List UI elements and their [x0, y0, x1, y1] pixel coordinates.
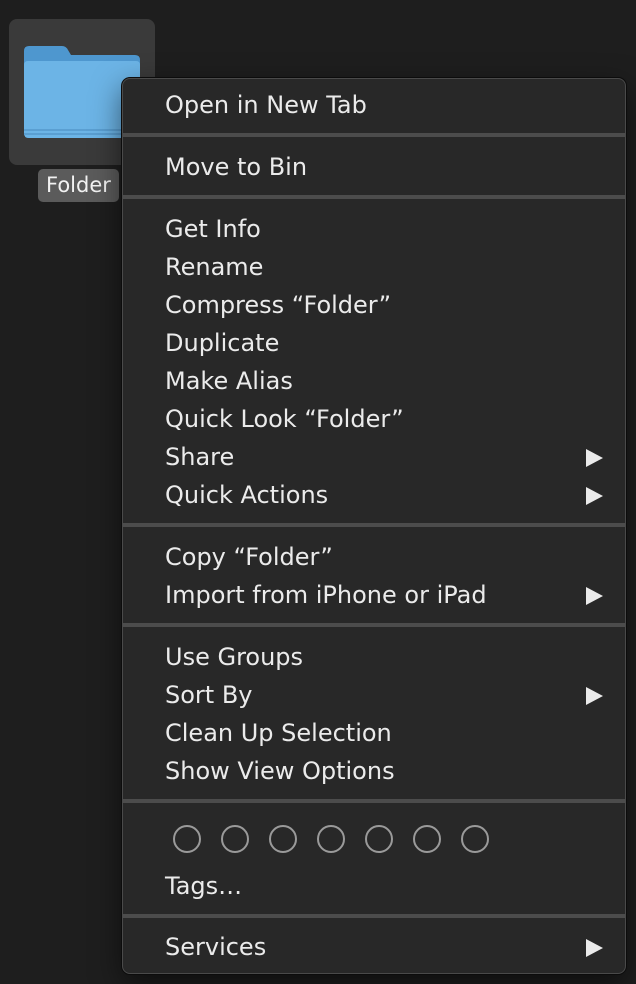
menu-item-label: Copy “Folder” [165, 543, 333, 571]
tag-color-picker [173, 825, 489, 853]
tag-circle-icon[interactable] [221, 825, 249, 853]
menu-item-label: Show View Options [165, 757, 395, 785]
menu-item-get-info[interactable]: Get Info [123, 210, 625, 248]
menu-item-share[interactable]: Share [123, 438, 625, 476]
menu-item-label: Sort By [165, 681, 253, 709]
menu-item-label: Open in New Tab [165, 91, 367, 119]
submenu-arrow-icon [586, 487, 603, 505]
menu-item-sort-by[interactable]: Sort By [123, 676, 625, 714]
submenu-arrow-icon [586, 687, 603, 705]
submenu-arrow-icon [586, 449, 603, 467]
menu-separator [123, 914, 625, 918]
menu-item-label: Tags… [165, 872, 243, 900]
menu-item-label: Quick Look “Folder” [165, 405, 404, 433]
tag-circle-icon[interactable] [365, 825, 393, 853]
menu-item-label: Import from iPhone or iPad [165, 581, 487, 609]
tag-circle-icon[interactable] [413, 825, 441, 853]
menu-item-label: Make Alias [165, 367, 293, 395]
menu-item-label: Share [165, 443, 235, 471]
tag-circle-icon[interactable] [173, 825, 201, 853]
menu-item-use-groups[interactable]: Use Groups [123, 638, 625, 676]
menu-item-import-from-iphone[interactable]: Import from iPhone or iPad [123, 576, 625, 614]
menu-item-label: Compress “Folder” [165, 291, 392, 319]
context-menu: Open in New Tab Move to Bin Get Info Ren… [122, 78, 626, 974]
menu-separator [123, 195, 625, 199]
menu-separator [123, 133, 625, 137]
menu-item-rename[interactable]: Rename [123, 248, 625, 286]
menu-item-label: Services [165, 933, 267, 961]
menu-item-label: Clean Up Selection [165, 719, 392, 747]
menu-item-label: Get Info [165, 215, 261, 243]
menu-item-quick-look[interactable]: Quick Look “Folder” [123, 400, 625, 438]
menu-separator [123, 523, 625, 527]
menu-item-quick-actions[interactable]: Quick Actions [123, 476, 625, 514]
menu-item-make-alias[interactable]: Make Alias [123, 362, 625, 400]
menu-item-label: Quick Actions [165, 481, 329, 509]
menu-item-label: Move to Bin [165, 153, 308, 181]
menu-item-open-in-new-tab[interactable]: Open in New Tab [123, 86, 625, 124]
menu-separator [123, 799, 625, 803]
menu-item-tags[interactable]: Tags… [123, 867, 625, 905]
menu-item-label: Use Groups [165, 643, 304, 671]
submenu-arrow-icon [586, 939, 603, 957]
folder-label[interactable]: Folder [38, 169, 119, 202]
menu-item-services[interactable]: Services [123, 928, 625, 966]
menu-item-show-view-options[interactable]: Show View Options [123, 752, 625, 790]
menu-item-move-to-bin[interactable]: Move to Bin [123, 148, 625, 186]
desktop: Folder Open in New Tab Move to Bin Get I… [0, 0, 636, 984]
menu-item-label: Rename [165, 253, 264, 281]
menu-item-duplicate[interactable]: Duplicate [123, 324, 625, 362]
menu-item-label: Duplicate [165, 329, 280, 357]
menu-item-copy[interactable]: Copy “Folder” [123, 538, 625, 576]
tag-circle-icon[interactable] [269, 825, 297, 853]
submenu-arrow-icon [586, 587, 603, 605]
menu-item-compress[interactable]: Compress “Folder” [123, 286, 625, 324]
tag-circle-icon[interactable] [461, 825, 489, 853]
tag-circle-icon[interactable] [317, 825, 345, 853]
menu-item-clean-up-selection[interactable]: Clean Up Selection [123, 714, 625, 752]
menu-separator [123, 623, 625, 627]
